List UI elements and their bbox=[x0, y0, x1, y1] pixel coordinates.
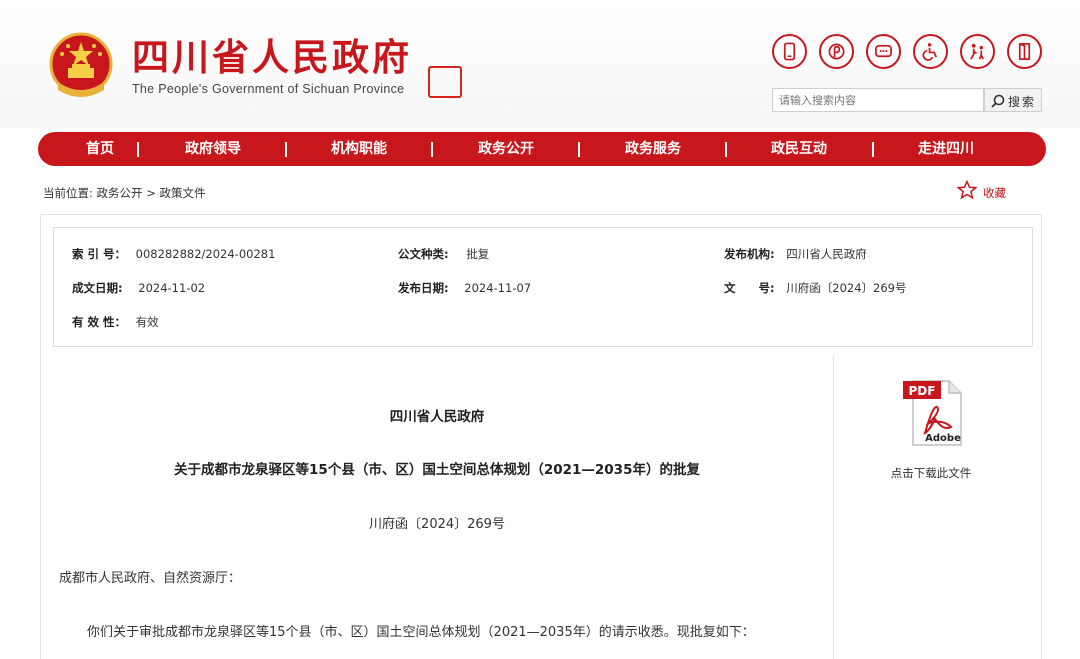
site-title[interactable]: 四川省人民政府 bbox=[132, 36, 412, 80]
nav-separator bbox=[285, 142, 287, 157]
main-nav: 首页 政府领导 机构职能 政务公开 政务服务 政民互动 走进四川 bbox=[38, 132, 1046, 166]
search-input[interactable] bbox=[772, 88, 984, 112]
sichuan-seal-logo bbox=[428, 66, 462, 98]
exit-icon[interactable] bbox=[1007, 34, 1042, 69]
breadcrumb-open-government[interactable]: 政务公开 bbox=[97, 186, 143, 200]
meta-published: 发布日期: 2024-11-07 bbox=[398, 281, 532, 295]
meta-validity: 有 效 性： 有效 bbox=[72, 315, 159, 329]
pdf-badge: PDF bbox=[909, 384, 936, 398]
breadcrumb-prefix: 当前位置: bbox=[43, 186, 93, 200]
nav-separator bbox=[872, 142, 874, 157]
nav-item-services[interactable]: 政务服务 bbox=[598, 132, 708, 166]
meta-doctype: 公文种类: 批复 bbox=[398, 247, 490, 261]
nav-item-about-sichuan[interactable]: 走进四川 bbox=[891, 132, 1001, 166]
content-panel: 索 引 号： 008282882/2024-00281 公文种类: 批复 发布机… bbox=[40, 214, 1042, 659]
pdf-download-icon[interactable]: PDF Adobe bbox=[899, 375, 969, 449]
nav-item-interaction[interactable]: 政民互动 bbox=[744, 132, 854, 166]
nav-separator bbox=[431, 142, 433, 157]
favorite-label: 收藏 bbox=[983, 186, 1006, 200]
nav-separator bbox=[725, 142, 727, 157]
meta-publisher: 发布机构: 四川省人民政府 bbox=[724, 247, 867, 261]
breadcrumb-policy-documents[interactable]: 政策文件 bbox=[159, 186, 205, 200]
search-icon bbox=[991, 94, 1005, 108]
breadcrumb-separator: > bbox=[146, 186, 156, 200]
message-icon[interactable] bbox=[866, 34, 901, 69]
search-button[interactable]: 搜索 bbox=[984, 88, 1042, 112]
elder-care-icon[interactable] bbox=[960, 34, 995, 69]
header-tools bbox=[772, 34, 1042, 74]
nav-item-functions[interactable]: 机构职能 bbox=[304, 132, 414, 166]
document-number: 川府函〔2024〕269号 bbox=[369, 517, 505, 532]
nav-item-leaders[interactable]: 政府领导 bbox=[158, 132, 268, 166]
meta-doc-number: 文 号: 川府函〔2024〕269号 bbox=[724, 281, 907, 295]
nav-separator bbox=[137, 142, 139, 157]
meta-created: 成文日期: 2024-11-02 bbox=[72, 281, 206, 295]
document-paragraph: 你们关于审批成都市龙泉驿区等15个县（市、区）国土空间总体规划（2021—203… bbox=[87, 625, 755, 640]
meta-index: 索 引 号： 008282882/2024-00281 bbox=[72, 247, 276, 261]
site-header: 四川省人民政府 The People's Government of Sichu… bbox=[0, 0, 1080, 128]
adobe-brand: Adobe bbox=[925, 433, 961, 444]
document-salutation: 成都市人民政府、自然资源厅： bbox=[59, 571, 242, 586]
download-link[interactable]: 点击下载此文件 bbox=[841, 465, 1021, 481]
national-emblem-icon bbox=[49, 32, 113, 97]
search-button-label: 搜索 bbox=[1008, 95, 1037, 109]
document-metadata: 索 引 号： 008282882/2024-00281 公文种类: 批复 发布机… bbox=[53, 227, 1033, 347]
accessibility-icon[interactable] bbox=[913, 34, 948, 69]
document-issuer: 四川省人民政府 bbox=[389, 409, 485, 425]
breadcrumb: 当前位置: 政务公开 > 政策文件 bbox=[43, 185, 205, 201]
weibo-icon[interactable] bbox=[819, 34, 854, 69]
column-divider bbox=[833, 355, 834, 659]
search-bar: 搜索 bbox=[772, 88, 1042, 112]
nav-item-open-government[interactable]: 政务公开 bbox=[451, 132, 561, 166]
star-icon bbox=[957, 180, 977, 200]
document-title: 关于成都市龙泉驿区等15个县（市、区）国土空间总体规划（2021—2035年）的… bbox=[174, 462, 700, 478]
site-subtitle: The People's Government of Sichuan Provi… bbox=[132, 82, 405, 96]
nav-separator bbox=[578, 142, 580, 157]
mobile-icon[interactable] bbox=[772, 34, 807, 69]
